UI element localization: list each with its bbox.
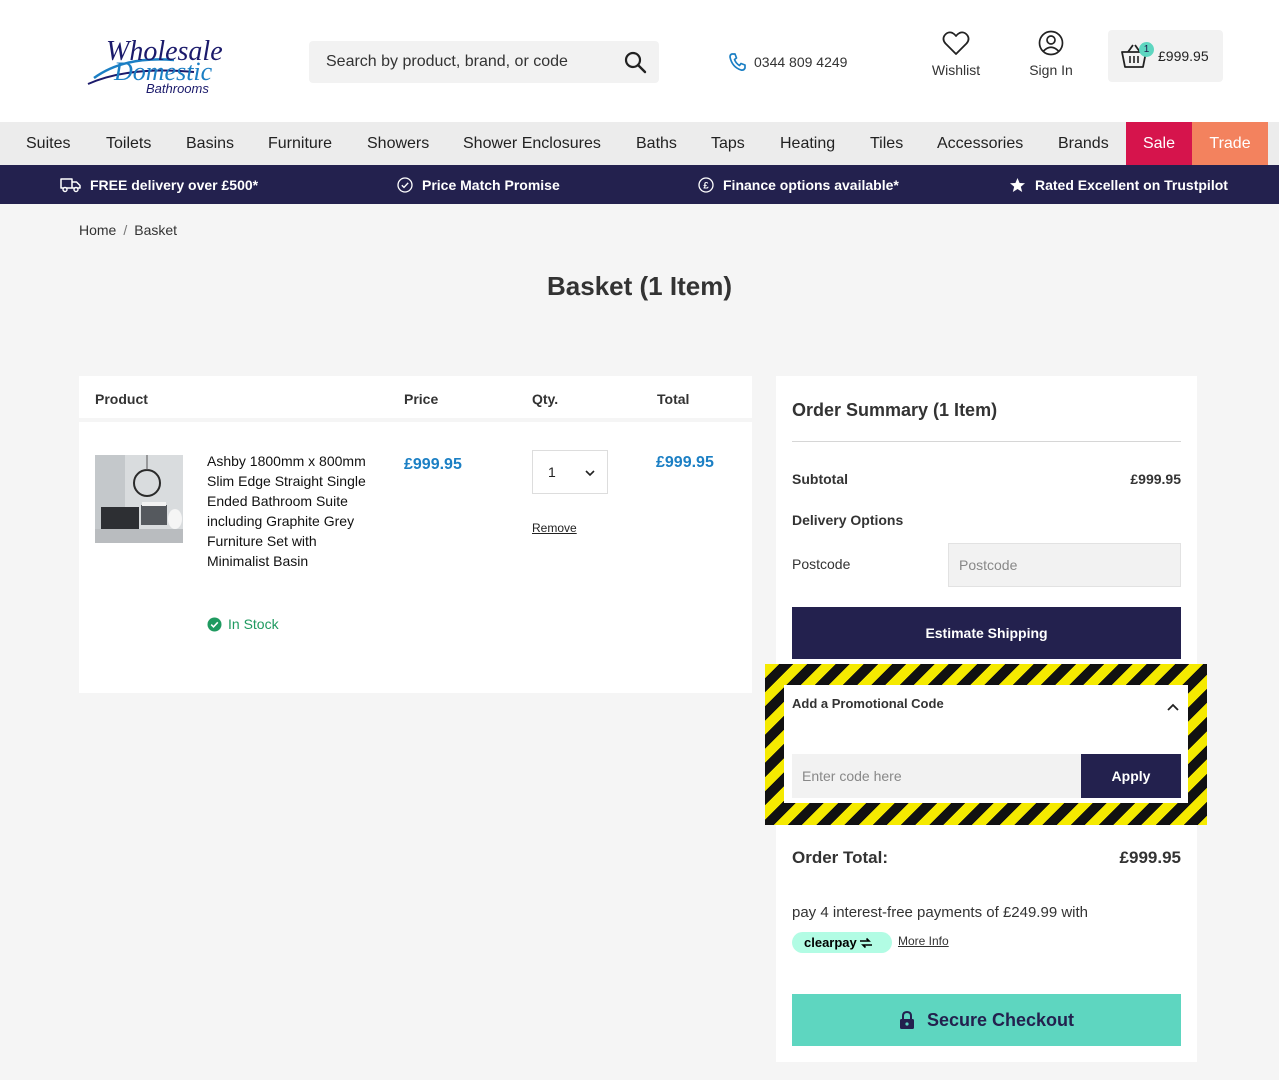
nav-item-furniture[interactable]: Furniture xyxy=(268,122,332,165)
site-header: Wholesale Domestic Bathrooms 0344 809 42… xyxy=(0,0,1279,122)
main-nav: Suites Toilets Basins Furniture Showers … xyxy=(0,122,1279,165)
basket-table: Product Price Qty. Total Ashby 1800mm x … xyxy=(79,376,752,693)
truck-icon xyxy=(60,177,81,192)
nav-item-showers[interactable]: Showers xyxy=(367,122,429,165)
clearpay-logo-text: clearpay xyxy=(804,935,857,950)
pound-circle-icon: £ xyxy=(698,176,714,193)
breadcrumb-separator: / xyxy=(123,222,128,238)
breadcrumb-home[interactable]: Home xyxy=(79,222,116,238)
nav-item-basins[interactable]: Basins xyxy=(186,122,234,165)
promo-code-highlight: Add a Promotional Code Apply xyxy=(765,664,1207,825)
subtotal-value: £999.95 xyxy=(1130,471,1181,487)
chevron-up-icon[interactable] xyxy=(1166,699,1180,717)
phone-link[interactable]: 0344 809 4249 xyxy=(728,52,847,72)
star-icon xyxy=(1010,177,1025,192)
order-total-label: Order Total: xyxy=(792,848,889,867)
nav-item-heating[interactable]: Heating xyxy=(780,122,835,165)
secure-checkout-button[interactable]: Secure Checkout xyxy=(792,994,1181,1046)
divider xyxy=(792,441,1181,442)
column-header-total: Total xyxy=(657,391,690,407)
page-title: Basket (1 Item) xyxy=(547,271,732,301)
clearpay-message: pay 4 interest-free payments of £249.99 … xyxy=(792,904,1089,921)
postcode-input[interactable] xyxy=(948,543,1181,587)
column-header-product: Product xyxy=(95,391,148,407)
logo-icon: Wholesale Domestic Bathrooms xyxy=(87,36,223,96)
wishlist-label: Wishlist xyxy=(931,62,981,78)
item-price: £999.95 xyxy=(404,456,462,473)
nav-item-toilets[interactable]: Toilets xyxy=(106,122,151,165)
nav-item-shower-enclosures[interactable]: Shower Enclosures xyxy=(463,122,601,165)
basket-count-badge: 1 xyxy=(1139,42,1154,57)
nav-item-accessories[interactable]: Accessories xyxy=(937,122,1023,165)
clearpay-arrows-icon xyxy=(859,937,872,948)
phone-icon xyxy=(729,53,746,71)
usp-bar: FREE delivery over £500* Price Match Pro… xyxy=(0,165,1279,204)
product-photo-icon xyxy=(95,455,183,543)
nav-item-baths[interactable]: Baths xyxy=(636,122,677,165)
nav-item-sale[interactable]: Sale xyxy=(1126,122,1192,165)
lock-icon xyxy=(899,1010,914,1029)
check-circle-icon xyxy=(397,176,413,193)
signin-label: Sign In xyxy=(1029,62,1073,78)
secure-checkout-label: Secure Checkout xyxy=(926,1009,1075,1030)
chevron-down-icon xyxy=(585,470,595,477)
nav-item-brands[interactable]: Brands xyxy=(1058,122,1109,165)
nav-item-trade[interactable]: Trade xyxy=(1192,122,1268,165)
order-total-value: £999.95 xyxy=(1119,848,1181,867)
usp-text: Price Match Promise xyxy=(422,176,560,193)
stock-label: In Stock xyxy=(228,616,279,632)
order-summary-title: Order Summary (1 Item) xyxy=(792,400,998,420)
wishlist-link[interactable]: Wishlist xyxy=(926,30,986,78)
nav-item-suites[interactable]: Suites xyxy=(26,122,70,165)
apply-promo-button[interactable]: Apply xyxy=(1081,754,1181,798)
estimate-shipping-button[interactable]: Estimate Shipping xyxy=(792,607,1181,659)
nav-item-tiles[interactable]: Tiles xyxy=(870,122,903,165)
logo-line3: Bathrooms xyxy=(146,81,209,96)
remove-item-link[interactable]: Remove xyxy=(532,521,577,535)
site-logo[interactable]: Wholesale Domestic Bathrooms xyxy=(84,26,244,98)
check-circle-icon xyxy=(207,617,222,631)
user-icon xyxy=(1038,30,1064,56)
phone-number: 0344 809 4249 xyxy=(754,54,848,70)
heart-icon xyxy=(942,31,970,55)
clearpay-logo: clearpay xyxy=(792,932,892,953)
search-input[interactable] xyxy=(309,41,609,83)
promo-code-title[interactable]: Add a Promotional Code xyxy=(792,696,944,711)
usp-text: FREE delivery over £500* xyxy=(90,176,259,193)
stock-status: In Stock xyxy=(207,616,279,632)
signin-link[interactable]: Sign In xyxy=(1022,30,1080,78)
column-header-qty: Qty. xyxy=(532,391,559,407)
quantity-select[interactable]: 1 xyxy=(532,450,608,494)
product-image[interactable] xyxy=(95,455,183,543)
usp-free-delivery[interactable]: FREE delivery over £500* xyxy=(60,165,258,204)
column-header-price: Price xyxy=(404,391,439,407)
usp-trustpilot[interactable]: Rated Excellent on Trustpilot xyxy=(1009,165,1228,204)
usp-price-match[interactable]: Price Match Promise xyxy=(397,165,560,204)
quantity-value: 1 xyxy=(548,464,556,480)
svg-text:£: £ xyxy=(703,180,709,191)
table-header: Product Price Qty. Total xyxy=(79,376,752,422)
subtotal-label: Subtotal xyxy=(792,471,848,487)
usp-text: Rated Excellent on Trustpilot xyxy=(1035,176,1228,193)
promo-code-section: Add a Promotional Code Apply xyxy=(784,685,1188,803)
search-icon[interactable] xyxy=(623,50,647,74)
clearpay-more-info-link[interactable]: More Info xyxy=(898,934,949,948)
product-name[interactable]: Ashby 1800mm x 800mm Slim Edge Straight … xyxy=(207,451,377,571)
breadcrumb-current: Basket xyxy=(134,222,178,238)
promo-code-input[interactable] xyxy=(792,754,1081,798)
delivery-options-label: Delivery Options xyxy=(792,512,904,528)
basket-total: £999.95 xyxy=(1158,48,1209,64)
item-total: £999.95 xyxy=(656,454,714,471)
search-bar xyxy=(309,41,659,83)
nav-item-taps[interactable]: Taps xyxy=(711,122,745,165)
postcode-label: Postcode xyxy=(792,556,851,572)
breadcrumb: Home / Basket xyxy=(79,222,177,238)
usp-finance[interactable]: £ Finance options available* xyxy=(698,165,899,204)
usp-text: Finance options available* xyxy=(723,176,899,193)
